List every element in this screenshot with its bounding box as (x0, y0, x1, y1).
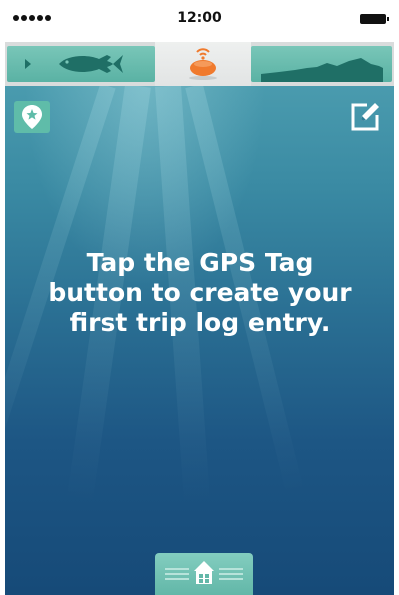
edit-icon (351, 103, 379, 131)
fish-icon (25, 55, 123, 73)
edit-button[interactable] (348, 100, 382, 134)
status-bar: 12:00 (5, 5, 394, 33)
status-time: 12:00 (177, 10, 222, 26)
empty-state-message: Tap the GPS Tag button to create your fi… (48, 248, 352, 337)
tab-fish[interactable] (7, 46, 155, 82)
tab-depth[interactable] (251, 46, 392, 82)
top-tab-bar (5, 42, 394, 86)
gps-tag-icon (22, 105, 42, 129)
home-icon (165, 561, 243, 584)
home-button[interactable] (155, 553, 253, 595)
tab-sonar[interactable] (155, 42, 251, 86)
gps-tag-button[interactable] (14, 101, 50, 133)
depth-profile-icon (261, 58, 383, 82)
phone-screen: 12:00 Tap the GPS Tag button to create y… (5, 5, 394, 595)
battery-icon (360, 14, 389, 24)
ocean-background: Tap the GPS Tag button to create your fi… (5, 86, 394, 595)
sonar-device-icon (189, 48, 217, 80)
